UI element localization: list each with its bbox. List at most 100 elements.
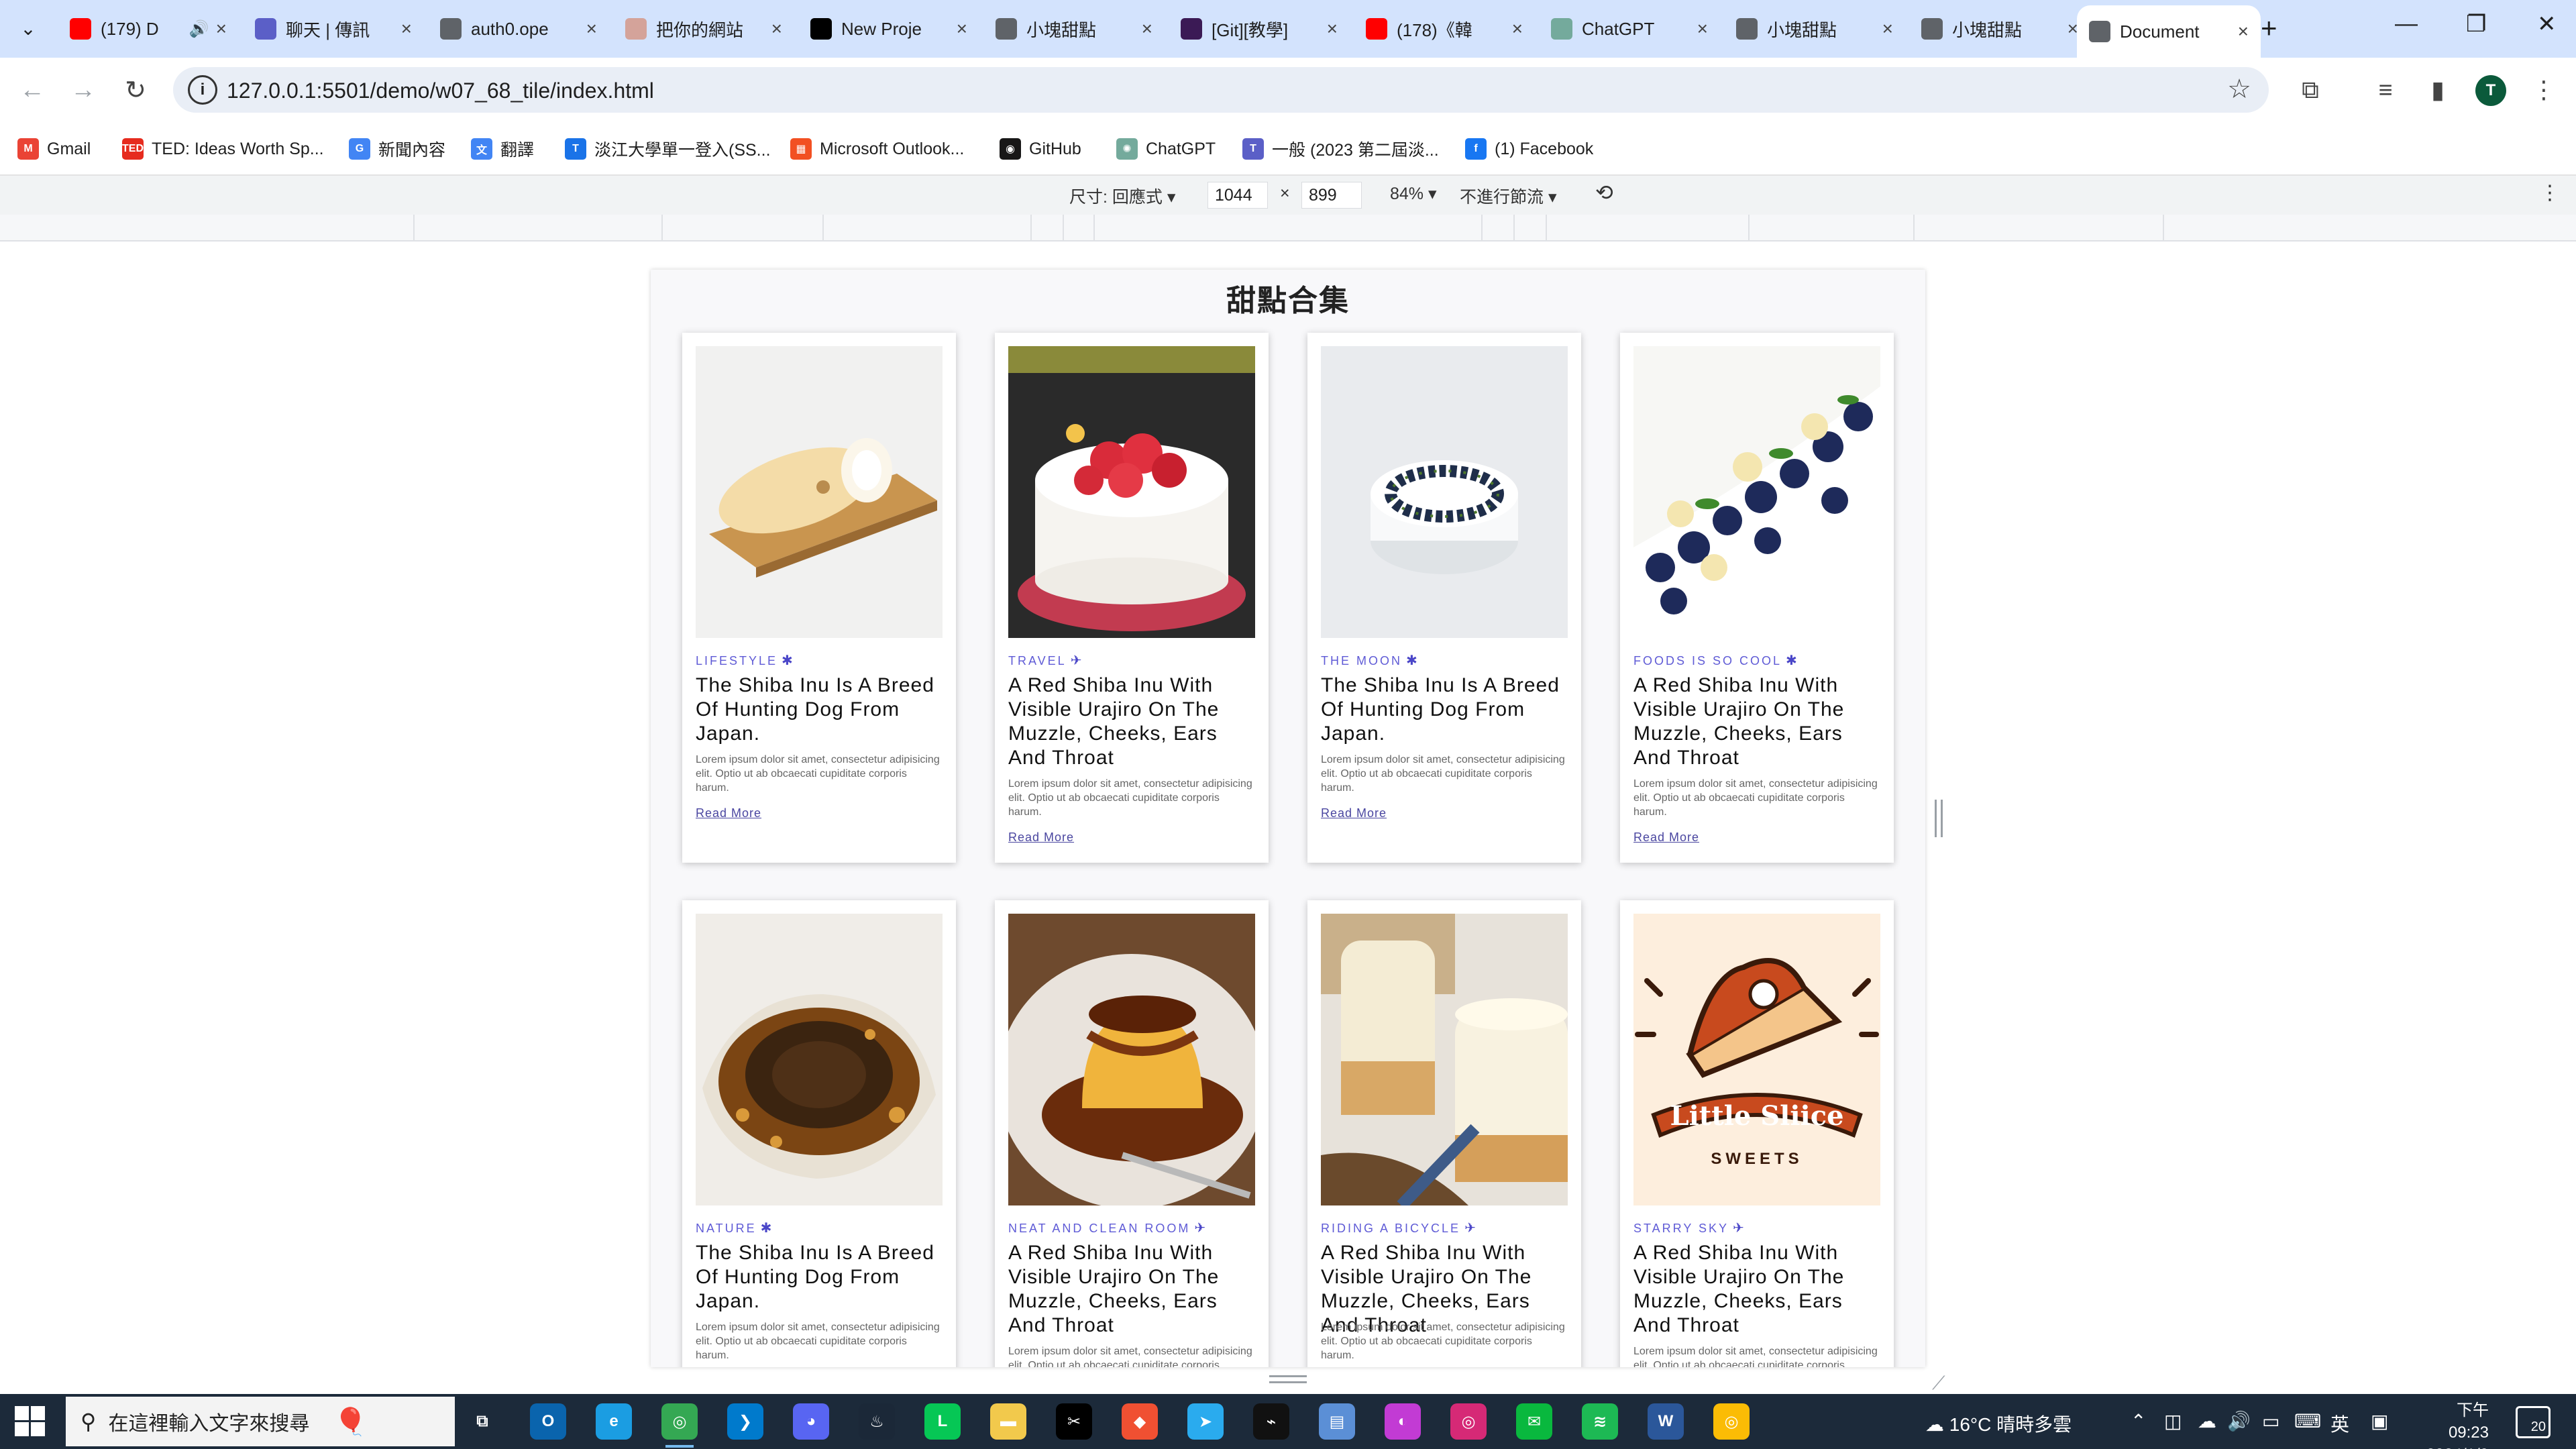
close-tab-icon[interactable]: × xyxy=(771,18,782,40)
extensions-icon[interactable]: ⧉ xyxy=(2293,72,2328,107)
close-tab-icon[interactable]: × xyxy=(957,18,967,40)
read-more-link[interactable]: Read More xyxy=(696,806,761,820)
read-more-link[interactable]: Read More xyxy=(1321,806,1387,820)
vscode-icon[interactable]: ❯ xyxy=(727,1403,763,1440)
bookmark-1[interactable]: TED TED: Ideas Worth Sp... xyxy=(122,134,324,164)
resize-handle-right[interactable] xyxy=(1935,800,1943,837)
tab-10[interactable]: 小塊甜點 × xyxy=(1909,7,2090,51)
news-icon: G xyxy=(349,138,370,160)
show-hidden-icons[interactable]: ⌃ xyxy=(2131,1410,2146,1432)
cloud-icon[interactable]: ☁ xyxy=(2198,1410,2216,1432)
keyboard-icon[interactable]: ⌨ xyxy=(2294,1410,2321,1432)
tab-8[interactable]: ChatGPT × xyxy=(1539,7,1720,51)
address-bar[interactable]: i 127.0.0.1:5501/demo/w07_68_tile/index.… xyxy=(173,67,2269,113)
close-tab-icon[interactable]: × xyxy=(1882,18,1893,40)
tab-6[interactable]: [Git][教學] × xyxy=(1169,7,1350,51)
throttle-dropdown[interactable]: 不進行節流 ▾ xyxy=(1460,184,1557,208)
steam-icon[interactable]: ♨ xyxy=(859,1403,895,1440)
rotate-icon[interactable]: ⟲ xyxy=(1595,180,1613,205)
bookmark-7[interactable]: ✺ ChatGPT xyxy=(1116,134,1216,164)
height-input[interactable]: 899 xyxy=(1301,182,1362,209)
zoom-dropdown[interactable]: 84% ▾ xyxy=(1390,184,1437,204)
tab-1[interactable]: 聊天 | 傳訊 × xyxy=(243,7,424,51)
line-icon[interactable]: L xyxy=(924,1403,961,1440)
bookmark-4[interactable]: T 淡江大學單一登入(SS... xyxy=(565,134,771,164)
close-tab-icon[interactable]: × xyxy=(401,18,412,40)
taskbar-clock[interactable]: 下午 09:23 2024/1/9 xyxy=(2415,1399,2489,1449)
new-tab-button[interactable]: + xyxy=(2261,12,2277,44)
bookmark-9[interactable]: f (1) Facebook xyxy=(1465,134,1593,164)
close-tab-icon[interactable]: × xyxy=(1142,18,1152,40)
reload-button[interactable]: ↻ xyxy=(117,71,154,109)
close-window-button[interactable]: ✕ xyxy=(2537,11,2557,38)
tab-2[interactable]: auth0.ope × xyxy=(428,7,609,51)
dimensions-dropdown[interactable]: 尺寸: 回應式 ▾ xyxy=(1069,184,1175,208)
wechat-icon[interactable]: ✉ xyxy=(1516,1403,1552,1440)
task-view-icon[interactable]: ⧉ xyxy=(464,1403,500,1440)
edge-icon[interactable]: e xyxy=(596,1403,632,1440)
bookmark-0[interactable]: M Gmail xyxy=(17,134,91,164)
close-tab-icon[interactable]: × xyxy=(1512,18,1523,40)
chrome-icon[interactable]: ◎ xyxy=(661,1403,698,1448)
volume-icon[interactable]: 🔊 xyxy=(2227,1410,2251,1432)
media-control-icon[interactable]: ≡ xyxy=(2368,72,2403,107)
resize-handle-corner[interactable]: ⟋ xyxy=(1932,1373,1945,1395)
file-explorer-icon[interactable]: ▬ xyxy=(990,1403,1026,1440)
tab-4[interactable]: New Proje × xyxy=(798,7,979,51)
bookmark-star-icon[interactable]: ☆ xyxy=(2227,74,2251,105)
bookmark-8[interactable]: T 一般 (2023 第二屆淡... xyxy=(1242,134,1439,164)
notification-center-button[interactable]: 20 xyxy=(2516,1406,2551,1438)
telegram-icon[interactable]: ➤ xyxy=(1187,1403,1224,1440)
address-url[interactable]: 127.0.0.1:5501/demo/w07_68_tile/index.ht… xyxy=(227,78,654,103)
discord-icon[interactable]: ◕ xyxy=(793,1403,829,1440)
close-tab-icon[interactable]: × xyxy=(586,18,597,40)
instagram-icon[interactable]: ◎ xyxy=(1450,1403,1487,1440)
close-tab-icon[interactable]: × xyxy=(1697,18,1708,40)
bookmark-3[interactable]: 文翻譯 xyxy=(471,134,534,164)
bookmark-2[interactable]: G 新聞內容 xyxy=(349,134,445,164)
minimize-button[interactable]: — xyxy=(2395,11,2418,37)
tab-3[interactable]: 把你的網站 × xyxy=(613,7,794,51)
forward-button[interactable]: → xyxy=(64,71,102,109)
tab-5[interactable]: 小塊甜點 × xyxy=(983,7,1165,51)
tab-0[interactable]: (179) D 🔊 × xyxy=(58,7,239,51)
tab-search-button[interactable]: ⌄ xyxy=(9,9,47,47)
devtools-more-icon[interactable]: ⋮ xyxy=(2540,181,2560,205)
bookmark-6[interactable]: ◉ GitHub xyxy=(1000,134,1081,164)
messenger-icon[interactable]: ⌁ xyxy=(1253,1403,1289,1440)
media-query-bar[interactable] xyxy=(0,215,2576,241)
chrome-alt-icon[interactable]: ◎ xyxy=(1713,1403,1750,1440)
ime-indicator[interactable]: 英 xyxy=(2330,1410,2349,1437)
profile-avatar[interactable]: T xyxy=(2475,75,2506,106)
notepad-icon[interactable]: ▤ xyxy=(1319,1403,1355,1440)
close-tab-icon[interactable]: × xyxy=(2238,21,2249,42)
spotify-icon[interactable]: ≋ xyxy=(1582,1403,1618,1440)
ime-mode-icon[interactable]: ▣ xyxy=(2371,1410,2388,1432)
network-icon[interactable]: ◫ xyxy=(2164,1410,2182,1432)
git-icon[interactable]: ◆ xyxy=(1122,1403,1158,1440)
tab-11[interactable]: Document × xyxy=(2077,5,2261,58)
tab-7[interactable]: (178)《韓 × xyxy=(1354,7,1535,51)
close-tab-icon[interactable]: × xyxy=(1327,18,1338,40)
word-icon[interactable]: W xyxy=(1648,1403,1684,1440)
read-more-link[interactable]: Read More xyxy=(1633,830,1699,845)
outlook-icon[interactable]: O xyxy=(530,1403,566,1440)
close-tab-icon[interactable]: × xyxy=(216,18,227,40)
speaker-icon[interactable]: 🔊 xyxy=(189,19,209,39)
paint-icon[interactable]: ◐ xyxy=(1385,1403,1421,1440)
width-input[interactable]: 1044 xyxy=(1208,182,1268,209)
back-button[interactable]: ← xyxy=(13,71,51,109)
start-button[interactable] xyxy=(15,1406,46,1437)
restore-button[interactable]: ❐ xyxy=(2466,11,2486,38)
site-info-icon[interactable]: i xyxy=(188,75,217,105)
capcut-icon[interactable]: ✂ xyxy=(1056,1403,1092,1440)
taskbar-search-box[interactable]: ⚲ 在這裡輸入文字來搜尋 🎈 xyxy=(66,1397,455,1446)
resize-handle-bottom[interactable] xyxy=(1269,1375,1307,1383)
read-more-link[interactable]: Read More xyxy=(1008,830,1074,845)
menu-kebab-icon[interactable]: ⋮ xyxy=(2526,72,2561,107)
weather-widget[interactable]: ☁ 16°C 晴時多雲 xyxy=(1925,1410,2072,1437)
tab-9[interactable]: 小塊甜點 × xyxy=(1724,7,1905,51)
display-icon[interactable]: ▭ xyxy=(2262,1410,2279,1432)
side-panel-icon[interactable]: ▮ xyxy=(2420,72,2455,107)
bookmark-5[interactable]: ▦ Microsoft Outlook... xyxy=(790,134,964,164)
